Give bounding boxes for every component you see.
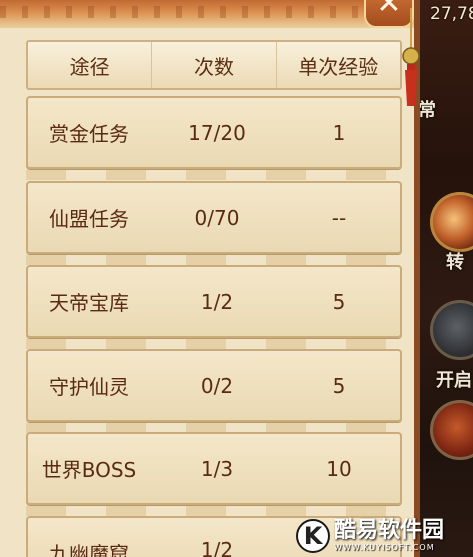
coordinate-readout: 27,78 bbox=[430, 4, 473, 24]
exp-source-panel: 途径 次数 单次经验 赏金任务 17/20 1 仙盟任务 0/70 -- 天帝宝… bbox=[0, 0, 420, 557]
row-exp: 5 bbox=[332, 289, 346, 314]
watermark: K 酷易软件园 WWW.KUYISOFT.COM bbox=[296, 515, 473, 557]
side-label: 开启 bbox=[436, 370, 472, 391]
row-source-name: 九幽魔窟 bbox=[49, 542, 129, 557]
row-divider bbox=[26, 339, 402, 349]
row-count: 0/70 bbox=[194, 205, 240, 230]
table-header: 途径 次数 单次经验 bbox=[26, 40, 402, 90]
column-header-count: 次数 bbox=[152, 42, 277, 88]
row-count: 1/2 bbox=[200, 538, 234, 557]
row-count: 0/2 bbox=[200, 373, 234, 398]
row-exp: -- bbox=[331, 205, 347, 230]
table-row[interactable]: 仙盟任务 0/70 -- bbox=[26, 181, 402, 254]
column-header-exp: 单次经验 bbox=[298, 54, 379, 79]
row-count: 1/3 bbox=[200, 456, 234, 481]
panel-top-border bbox=[0, 0, 414, 28]
table-row[interactable]: 世界BOSS 1/3 10 bbox=[26, 432, 402, 505]
watermark-text-block: 酷易软件园 WWW.KUYISOFT.COM bbox=[334, 520, 444, 552]
row-source-name: 仙盟任务 bbox=[49, 207, 129, 231]
side-label: 转 bbox=[446, 252, 464, 273]
tassel-icon bbox=[402, 8, 420, 106]
table-row[interactable]: 天帝宝库 1/2 5 bbox=[26, 265, 402, 338]
row-source-name: 守护仙灵 bbox=[49, 375, 129, 399]
row-count: 17/20 bbox=[188, 120, 246, 145]
row-divider bbox=[26, 255, 402, 265]
row-exp: 5 bbox=[332, 373, 346, 398]
column-header-source: 途径 bbox=[28, 42, 153, 88]
watermark-logo: K bbox=[296, 519, 330, 553]
row-divider bbox=[26, 170, 402, 180]
row-source-name: 天帝宝库 bbox=[49, 291, 129, 315]
table-row[interactable]: 赏金任务 17/20 1 bbox=[26, 96, 402, 169]
watermark-url: WWW.KUYISOFT.COM bbox=[334, 543, 435, 552]
row-source-name: 世界BOSS bbox=[41, 458, 137, 482]
game-screen: 27,78 常 转 开启 途径 次数 单次经验 赏金任务 17/20 1 仙盟任… bbox=[0, 0, 473, 557]
table-row[interactable]: 守护仙灵 0/2 5 bbox=[26, 349, 402, 422]
row-exp: 10 bbox=[326, 456, 352, 481]
decorative-pattern bbox=[0, 6, 414, 18]
watermark-text: 酷易软件园 bbox=[334, 518, 445, 543]
row-source-name: 赏金任务 bbox=[49, 122, 129, 146]
row-count: 1/2 bbox=[200, 289, 234, 314]
row-exp: 1 bbox=[332, 120, 346, 145]
